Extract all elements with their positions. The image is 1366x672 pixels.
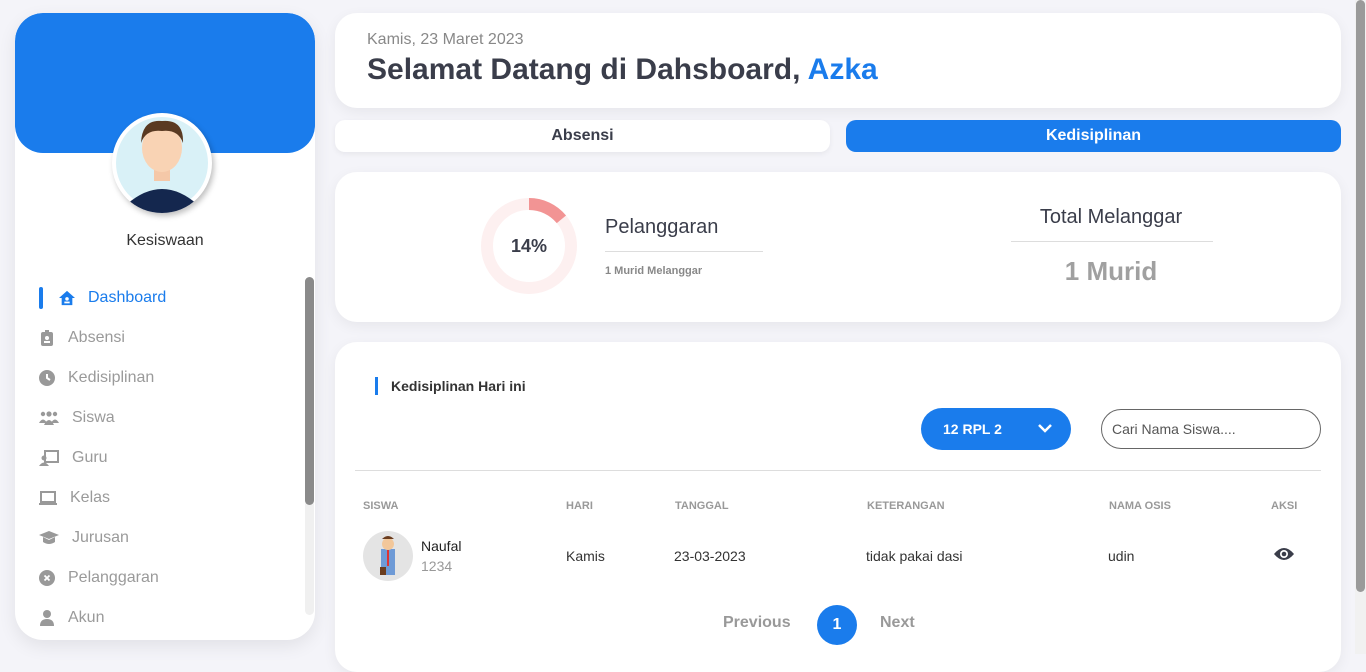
- stats-card: 14% Pelanggaran 1 Murid Melanggar Total …: [335, 172, 1341, 322]
- column-header-hari: HARI: [566, 500, 593, 512]
- student-name: Naufal: [421, 538, 462, 554]
- sidebar-item-label: Guru: [72, 449, 108, 466]
- search-input[interactable]: [1101, 409, 1321, 449]
- sidebar-item-jurusan[interactable]: Jurusan: [39, 518, 166, 558]
- sidebar-item-label: Absensi: [68, 329, 125, 346]
- pagination-previous[interactable]: Previous: [723, 614, 791, 632]
- sidebar-item-label: Siswa: [72, 409, 115, 426]
- laptop-icon: [39, 490, 57, 506]
- clock-icon: [39, 370, 55, 386]
- sidebar-item-siswa[interactable]: Siswa: [39, 398, 166, 438]
- student-avatar: [363, 531, 413, 581]
- pagination-page-1[interactable]: 1: [817, 605, 857, 645]
- cell-nama-osis: udin: [1108, 548, 1135, 564]
- times-circle-icon: [39, 570, 55, 586]
- donut-percent-label: 14%: [510, 235, 548, 256]
- column-header-siswa: SISWA: [363, 500, 399, 512]
- page-scrollbar[interactable]: [1355, 0, 1366, 654]
- user-icon: [39, 610, 55, 626]
- page-scrollbar-thumb[interactable]: [1356, 0, 1365, 592]
- tab-absensi[interactable]: Absensi: [335, 120, 830, 152]
- column-header-keterangan: KETERANGAN: [867, 500, 945, 512]
- class-select[interactable]: 12 RPL 2: [921, 408, 1071, 450]
- total-melanggar-title: Total Melanggar: [1039, 206, 1183, 228]
- divider: [605, 251, 763, 252]
- page-title: Selamat Datang di Dahsboard, Azka: [367, 53, 878, 87]
- column-header-nama-osis: NAMA OSIS: [1109, 500, 1171, 512]
- student-id: 1234: [421, 558, 453, 574]
- graduation-cap-icon: [39, 530, 59, 546]
- chalkboard-teacher-icon: [39, 450, 59, 466]
- sidebar-item-kelas[interactable]: Kelas: [39, 478, 166, 518]
- current-date: Kamis, 23 Maret 2023: [367, 31, 524, 48]
- section-title: Kedisiplinan Hari ini: [375, 377, 526, 395]
- sidebar-item-label: Dashboard: [88, 289, 167, 306]
- sidebar-item-label: Jurusan: [72, 529, 129, 546]
- sidebar-scrollbar[interactable]: [305, 277, 314, 615]
- welcome-header: Kamis, 23 Maret 2023 Selamat Datang di D…: [335, 13, 1341, 108]
- divider: [1011, 241, 1213, 242]
- sidebar: Kesiswaan Dashboard Absensi Kedisiplinan…: [15, 13, 315, 640]
- home-icon: [59, 290, 75, 306]
- sidebar-scrollbar-thumb[interactable]: [305, 277, 314, 505]
- sidebar-item-guru[interactable]: Guru: [39, 438, 166, 478]
- tab-kedisiplinan[interactable]: Kedisiplinan: [846, 120, 1341, 152]
- column-header-aksi: AKSI: [1271, 500, 1298, 512]
- column-header-tanggal: TANGGAL: [675, 500, 729, 512]
- sidebar-item-label: Pelanggaran: [68, 569, 159, 586]
- chevron-down-icon: [1037, 420, 1053, 439]
- sidebar-item-pelanggaran[interactable]: Pelanggaran: [39, 558, 166, 598]
- avatar: [112, 113, 212, 213]
- discipline-table-card: Kedisiplinan Hari ini 12 RPL 2 SISWA HAR…: [335, 342, 1341, 672]
- sidebar-item-label: Kelas: [70, 489, 111, 506]
- class-select-value: 12 RPL 2: [943, 421, 1002, 437]
- sidebar-item-label: Kedisiplinan: [68, 369, 155, 386]
- sidebar-item-dashboard[interactable]: Dashboard: [39, 278, 166, 318]
- sidebar-item-absensi[interactable]: Absensi: [39, 318, 166, 358]
- sidebar-item-kedisiplinan[interactable]: Kedisiplinan: [39, 358, 166, 398]
- cell-keterangan: tidak pakai dasi: [866, 548, 963, 564]
- sidebar-item-akun[interactable]: Akun: [39, 598, 166, 638]
- sidebar-nav: Dashboard Absensi Kedisiplinan Siswa Gur…: [39, 278, 166, 638]
- view-eye-icon[interactable]: [1273, 546, 1295, 567]
- cell-hari: Kamis: [566, 548, 605, 564]
- greeting-text: Selamat Datang di Dahsboard,: [367, 53, 801, 86]
- user-role: Kesiswaan: [126, 232, 204, 249]
- user-name: Azka: [807, 53, 878, 86]
- pelanggaran-title: Pelanggaran: [605, 216, 719, 238]
- divider: [355, 470, 1321, 471]
- cell-tanggal: 23-03-2023: [674, 548, 746, 564]
- pelanggaran-subtitle: 1 Murid Melanggar: [605, 265, 703, 277]
- pagination-next[interactable]: Next: [880, 614, 915, 632]
- id-badge-icon: [39, 330, 55, 346]
- users-icon: [39, 410, 59, 426]
- sidebar-item-label: Akun: [68, 609, 105, 626]
- total-melanggar-value: 1 Murid: [1064, 256, 1158, 286]
- active-indicator: [39, 287, 43, 309]
